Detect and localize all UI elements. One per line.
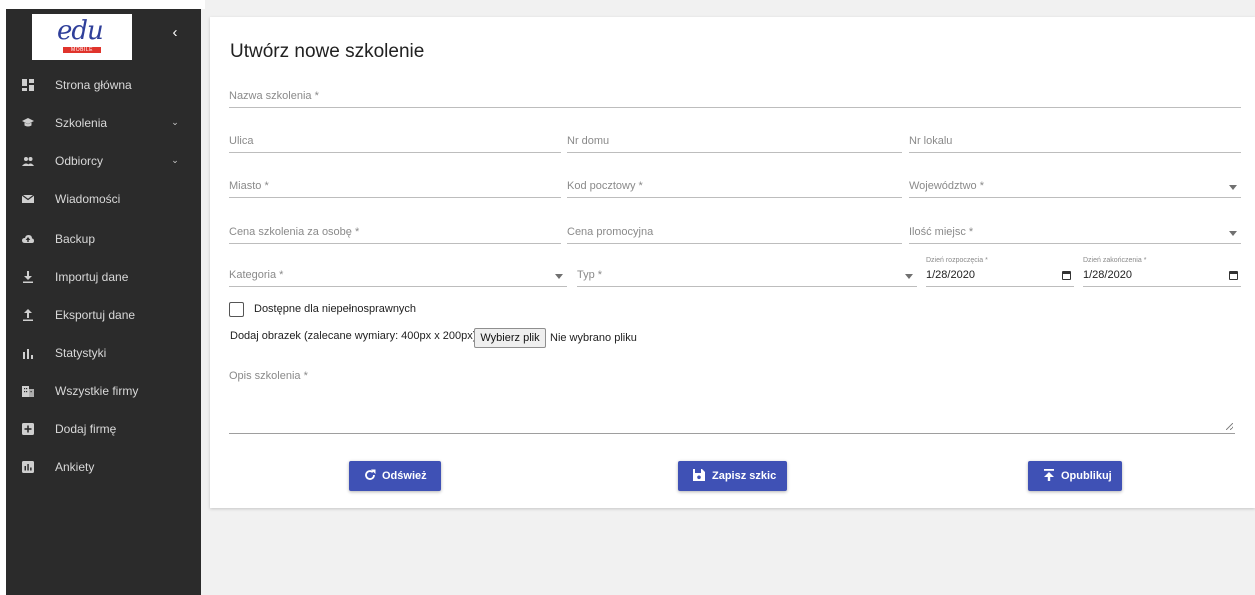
sidebar-item-label: Strona główna (55, 78, 132, 92)
sidebar-item-label: Statystyki (55, 346, 107, 360)
cloud-upload-icon (22, 233, 34, 245)
seats-select[interactable]: Ilość miejsc * (909, 222, 1241, 244)
poll-icon (22, 461, 34, 473)
sidebar-item-label: Dodaj firmę (55, 422, 117, 436)
upload-icon (22, 309, 34, 321)
collapse-sidebar-icon[interactable]: ‹ (168, 25, 182, 41)
refresh-button[interactable]: Odśwież (349, 461, 441, 491)
city-placeholder: Miasto * (229, 180, 269, 192)
dropdown-arrow-icon (1229, 231, 1237, 236)
sidebar-item-label: Ankiety (55, 460, 95, 474)
start-date-input[interactable]: 1/28/2020 (926, 265, 1074, 287)
resize-handle-icon[interactable] (1226, 423, 1233, 430)
chevron-down-icon: ⌄ (171, 117, 179, 127)
publish-label: Opublikuj (1061, 470, 1112, 482)
logo-text: edu (57, 16, 104, 46)
sidebar-item-all-companies[interactable]: Wszystkie firmy (6, 375, 201, 407)
logo[interactable]: edu MOBILE (32, 14, 132, 60)
sidebar-item-label: Backup (55, 232, 96, 246)
accessible-checkbox[interactable] (229, 302, 244, 317)
plus-box-icon (22, 423, 34, 435)
description-textarea[interactable]: Opis szkolenia * (229, 368, 1235, 434)
flat-number-field[interactable]: Nr lokalu (909, 131, 1241, 153)
save-icon (692, 468, 706, 485)
price-field[interactable]: Cena szkolenia za osobę * (229, 222, 561, 244)
download-icon (22, 271, 34, 283)
price-placeholder: Cena szkolenia za osobę * (229, 226, 360, 238)
category-placeholder: Kategoria * (229, 269, 284, 281)
end-date-input[interactable]: 1/28/2020 (1083, 265, 1241, 287)
dashboard-icon (22, 79, 34, 91)
end-date-value: 1/28/2020 (1083, 269, 1132, 281)
training-name-field[interactable]: Nazwa szkolenia * (229, 86, 1241, 108)
category-select[interactable]: Kategoria * (229, 265, 567, 287)
street-placeholder: Ulica (229, 135, 254, 147)
promo-price-field[interactable]: Cena promocyjna (567, 222, 902, 244)
flat-number-placeholder: Nr lokalu (909, 135, 953, 147)
sidebar: edu MOBILE ‹ Strona główna Szkolenia ⌄ O… (6, 9, 201, 595)
voivodeship-select[interactable]: Województwo * (909, 176, 1241, 198)
postal-code-field[interactable]: Kod pocztowy * (567, 176, 902, 198)
calendar-icon[interactable] (1229, 271, 1238, 280)
building-icon (22, 385, 34, 397)
end-date-label: Dzień zakończenia * (1083, 257, 1147, 264)
publish-icon (1042, 468, 1056, 485)
street-field[interactable]: Ulica (229, 131, 561, 153)
refresh-label: Odśwież (382, 470, 427, 482)
sidebar-item-label: Wiadomości (55, 192, 121, 206)
calendar-icon[interactable] (1062, 271, 1071, 280)
sidebar-item-add-company[interactable]: Dodaj firmę (6, 413, 201, 445)
promo-price-placeholder: Cena promocyjna (567, 226, 654, 238)
refresh-icon (363, 468, 377, 485)
choose-file-button[interactable]: Wybierz plik (474, 328, 546, 348)
bar-chart-icon (22, 347, 34, 359)
sidebar-item-label: Eksportuj dane (55, 308, 136, 322)
save-draft-button[interactable]: Zapisz szkic (678, 461, 787, 491)
type-select[interactable]: Typ * (577, 265, 917, 287)
house-number-placeholder: Nr domu (567, 135, 610, 147)
sidebar-item-label: Szkolenia (55, 116, 108, 130)
sidebar-item-home[interactable]: Strona główna (6, 69, 201, 101)
sidebar-item-backup[interactable]: Backup (6, 223, 201, 255)
file-status-text: Nie wybrano pliku (550, 332, 637, 344)
image-upload-label: Dodaj obrazek (zalecane wymiary: 400px x… (230, 330, 477, 342)
envelope-icon (21, 193, 35, 205)
seats-placeholder: Ilość miejsc * (909, 226, 974, 238)
top-strip (205, 0, 1255, 9)
voivodeship-placeholder: Województwo * (909, 180, 984, 192)
description-placeholder: Opis szkolenia * (229, 370, 308, 382)
logo-subtitle: MOBILE (63, 47, 101, 53)
graduation-cap-icon (22, 117, 34, 129)
dropdown-arrow-icon (1229, 185, 1237, 190)
start-date-label: Dzień rozpoczęcia * (926, 257, 988, 264)
publish-button[interactable]: Opublikuj (1028, 461, 1122, 491)
sidebar-item-statistics[interactable]: Statystyki (6, 337, 201, 369)
dropdown-arrow-icon (555, 274, 563, 279)
save-draft-label: Zapisz szkic (712, 470, 777, 482)
sidebar-item-import[interactable]: Importuj dane (6, 261, 201, 293)
dropdown-arrow-icon (905, 274, 913, 279)
house-number-field[interactable]: Nr domu (567, 131, 902, 153)
training-name-placeholder: Nazwa szkolenia * (229, 90, 319, 102)
postal-code-placeholder: Kod pocztowy * (567, 180, 643, 192)
sidebar-item-label: Odbiorcy (55, 154, 104, 168)
page-title: Utwórz nowe szkolenie (230, 41, 425, 62)
sidebar-item-trainings[interactable]: Szkolenia ⌄ (6, 107, 201, 139)
people-icon (22, 155, 34, 167)
type-placeholder: Typ * (577, 269, 603, 281)
accessible-label: Dostępne dla niepełnosprawnych (254, 303, 417, 315)
start-date-value: 1/28/2020 (926, 269, 975, 281)
sidebar-item-export[interactable]: Eksportuj dane (6, 299, 201, 331)
chevron-down-icon: ⌄ (171, 155, 179, 165)
sidebar-item-label: Importuj dane (55, 270, 129, 284)
sidebar-item-surveys[interactable]: Ankiety (6, 451, 201, 483)
city-field[interactable]: Miasto * (229, 176, 561, 198)
sidebar-item-messages[interactable]: Wiadomości (6, 183, 201, 215)
sidebar-item-recipients[interactable]: Odbiorcy ⌄ (6, 145, 201, 177)
sidebar-item-label: Wszystkie firmy (55, 384, 139, 398)
